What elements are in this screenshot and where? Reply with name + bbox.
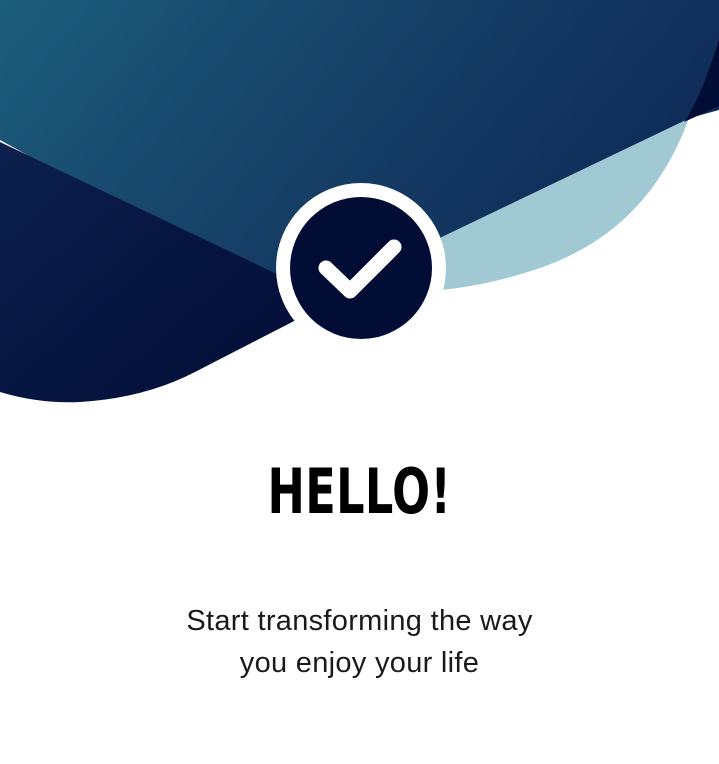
badge-circle [290, 197, 432, 339]
subtitle-line-1: Start transforming the way [186, 605, 533, 637]
page-title: HELLO! [267, 455, 452, 528]
checkmark-badge-svg [276, 183, 446, 353]
subtitle-line-2: you enjoy your life [239, 647, 480, 679]
success-badge [276, 183, 446, 353]
page-subtitle: Start transforming the way you enjoy you… [0, 600, 719, 684]
